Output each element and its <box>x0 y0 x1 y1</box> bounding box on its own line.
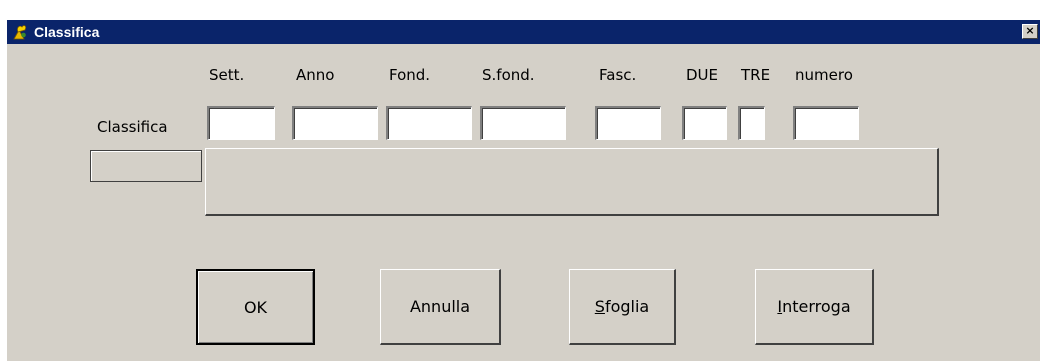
close-button[interactable]: × <box>1022 24 1038 39</box>
annulla-button-label: Annulla <box>409 297 471 316</box>
annulla-button[interactable]: Annulla <box>380 269 501 345</box>
classifica-app-icon <box>13 25 27 40</box>
classifica-row-label: Classifica <box>97 118 168 136</box>
column-label-fasc: Fasc. <box>599 66 637 84</box>
interroga-label-rest: nterroga <box>782 297 851 316</box>
side-indicator-box[interactable] <box>90 150 202 182</box>
anno-field[interactable] <box>292 106 378 140</box>
interroga-button-label: Interroga <box>777 297 850 316</box>
sfoglia-label-rest: foglia <box>604 297 650 316</box>
fasc-field[interactable] <box>595 106 661 140</box>
column-label-sett: Sett. <box>209 66 245 84</box>
column-label-due: DUE <box>686 66 719 84</box>
close-icon: × <box>1025 24 1035 37</box>
column-label-anno: Anno <box>296 66 335 84</box>
column-label-fond: Fond. <box>389 66 431 84</box>
title-bar[interactable]: Classifica × <box>7 20 1040 44</box>
sfoglia-mnemonic: S <box>594 297 605 316</box>
sett-field[interactable] <box>207 106 275 140</box>
sfoglia-button[interactable]: Sfoglia <box>569 269 676 345</box>
column-label-numero: numero <box>795 66 853 84</box>
classifica-dialog: Classifica × Sett. Anno Fond. S.fond. Fa… <box>6 19 1040 361</box>
column-label-sfond: S.fond. <box>482 66 535 84</box>
sfond-field[interactable] <box>480 106 566 140</box>
numero-field[interactable] <box>793 106 859 140</box>
fond-field[interactable] <box>386 106 472 140</box>
description-panel <box>205 148 939 216</box>
ok-button[interactable]: OK <box>196 269 315 345</box>
window-title: Classifica <box>34 24 100 40</box>
tre-field[interactable] <box>738 106 765 140</box>
ok-button-label: OK <box>243 297 268 317</box>
due-field[interactable] <box>682 106 727 140</box>
sfoglia-button-label: Sfoglia <box>595 297 649 316</box>
column-label-tre: TRE <box>741 66 771 84</box>
interroga-button[interactable]: Interroga <box>755 269 874 345</box>
